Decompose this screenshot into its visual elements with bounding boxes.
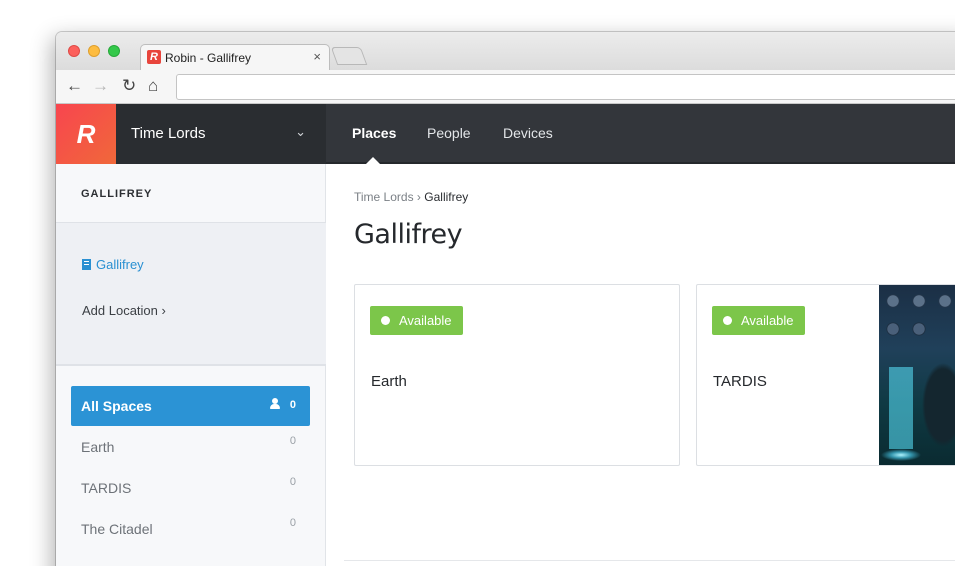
space-item-the-citadel[interactable]: The Citadel 0 bbox=[71, 509, 310, 549]
space-photo bbox=[879, 285, 955, 465]
space-count: 0 bbox=[289, 399, 296, 411]
add-location-link[interactable]: Add Location › bbox=[82, 303, 166, 318]
location-label: Gallifrey bbox=[96, 257, 144, 272]
top-navigation: Places People Devices bbox=[326, 104, 955, 164]
reload-icon[interactable]: ↻ bbox=[122, 76, 136, 96]
page-title: Gallifrey bbox=[354, 219, 463, 250]
space-item-tardis[interactable]: TARDIS 0 bbox=[71, 468, 310, 508]
space-label: TARDIS bbox=[81, 480, 132, 496]
space-label: The Citadel bbox=[81, 521, 153, 537]
locations-panel: Gallifrey Add Location › bbox=[56, 222, 326, 366]
browser-tab[interactable]: R Robin - Gallifrey × bbox=[140, 44, 330, 71]
browser-window: R Robin - Gallifrey × ← → ↻ ⌂ R Time Lor… bbox=[56, 32, 955, 566]
breadcrumb-parent[interactable]: Time Lords bbox=[354, 190, 414, 204]
space-item-earth[interactable]: Earth 0 bbox=[71, 427, 310, 467]
space-count: 0 bbox=[289, 435, 296, 447]
breadcrumb: Time Lords › Gallifrey bbox=[354, 190, 468, 204]
space-label: All Spaces bbox=[81, 398, 152, 414]
space-card-earth[interactable]: Available Earth bbox=[354, 284, 680, 466]
tab-close-icon[interactable]: × bbox=[313, 49, 321, 64]
browser-titlebar: R Robin - Gallifrey × bbox=[56, 32, 955, 71]
breadcrumb-separator: › bbox=[416, 190, 421, 204]
sidebar: GALLIFREY Gallifrey Add Location › All S… bbox=[56, 164, 326, 566]
chevron-down-icon: ⌄ bbox=[295, 124, 306, 139]
space-count: 0 bbox=[289, 476, 296, 488]
status-label: Available bbox=[741, 313, 794, 328]
space-label: Earth bbox=[81, 439, 115, 455]
browser-toolbar: ← → ↻ ⌂ bbox=[56, 70, 955, 104]
main-content: Time Lords › Gallifrey Gallifrey Availab… bbox=[326, 164, 955, 566]
home-icon[interactable]: ⌂ bbox=[148, 76, 158, 96]
breadcrumb-current: Gallifrey bbox=[424, 190, 469, 204]
space-count: 0 bbox=[289, 517, 296, 529]
status-label: Available bbox=[399, 313, 452, 328]
active-nav-indicator bbox=[366, 157, 380, 164]
section-divider bbox=[344, 560, 955, 561]
building-icon bbox=[82, 259, 91, 270]
status-dot-icon bbox=[381, 316, 390, 325]
status-dot-icon bbox=[723, 316, 732, 325]
back-arrow-icon[interactable]: ← bbox=[66, 76, 83, 96]
status-badge: Available bbox=[712, 306, 805, 335]
location-item-gallifrey[interactable]: Gallifrey bbox=[82, 257, 144, 272]
sidebar-heading: GALLIFREY bbox=[81, 188, 153, 200]
close-window-button[interactable] bbox=[68, 45, 80, 57]
tab-title: Robin - Gallifrey bbox=[165, 51, 252, 65]
forward-arrow-icon[interactable]: → bbox=[92, 76, 109, 96]
address-bar[interactable] bbox=[176, 74, 955, 100]
space-name: TARDIS bbox=[713, 373, 767, 390]
nav-people[interactable]: People bbox=[427, 125, 471, 141]
favicon-icon: R bbox=[147, 50, 161, 64]
space-card-tardis[interactable]: Available TARDIS bbox=[696, 284, 955, 466]
organization-switcher[interactable]: Time Lords ⌄ bbox=[116, 104, 326, 164]
space-item-all-spaces[interactable]: All Spaces 0 bbox=[71, 386, 310, 426]
organization-name: Time Lords bbox=[131, 125, 206, 142]
status-badge: Available bbox=[370, 306, 463, 335]
zoom-window-button[interactable] bbox=[108, 45, 120, 57]
new-tab-button[interactable] bbox=[330, 47, 368, 65]
nav-places[interactable]: Places bbox=[352, 125, 396, 141]
nav-devices[interactable]: Devices bbox=[503, 125, 553, 141]
space-name: Earth bbox=[371, 373, 407, 390]
person-icon bbox=[270, 398, 280, 410]
app-logo[interactable]: R bbox=[56, 104, 116, 164]
minimize-window-button[interactable] bbox=[88, 45, 100, 57]
app-root: R Time Lords ⌄ Places People Devices GAL… bbox=[56, 104, 955, 566]
